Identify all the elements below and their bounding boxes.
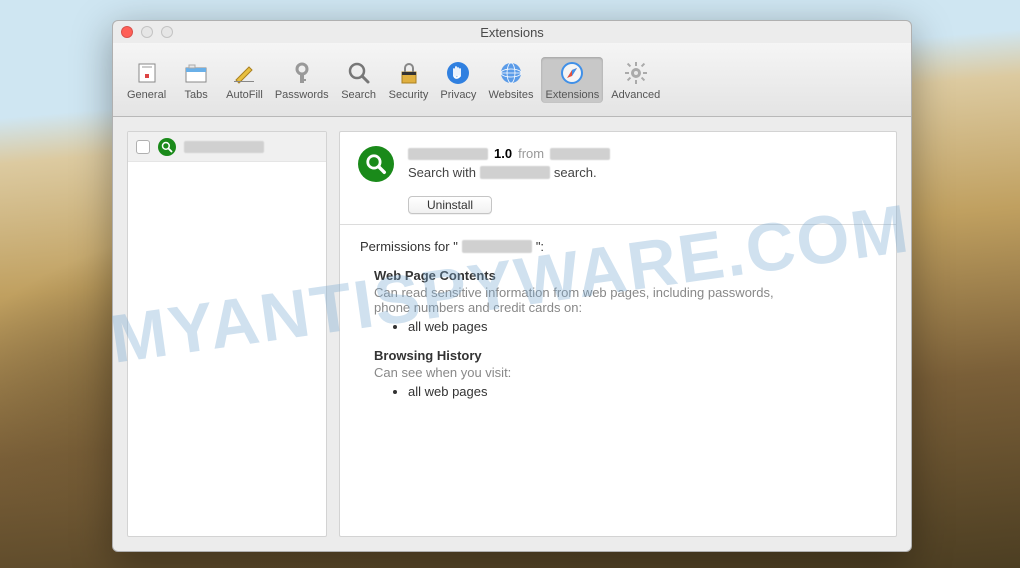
tab-tabs[interactable]: Tabs xyxy=(174,57,218,103)
permissions-section: Permissions for " ": Web Page Contents C… xyxy=(340,225,896,413)
permission-item: all web pages xyxy=(408,384,876,399)
key-icon xyxy=(288,59,316,87)
extension-name-line: 1.0 from xyxy=(408,146,878,161)
tab-passwords[interactable]: Passwords xyxy=(271,57,333,103)
tab-label: Tabs xyxy=(185,89,208,101)
tab-autofill[interactable]: AutoFill xyxy=(222,57,267,103)
permission-group: Web Page Contents Can read sensitive inf… xyxy=(374,268,876,334)
from-label: from xyxy=(518,146,544,161)
permission-description: Can see when you visit: xyxy=(374,365,774,380)
permissions-name-redacted xyxy=(462,240,532,253)
tab-label: General xyxy=(127,89,166,101)
tab-label: Extensions xyxy=(545,89,599,101)
tab-label: Passwords xyxy=(275,89,329,101)
permission-description: Can read sensitive information from web … xyxy=(374,285,774,315)
tab-label: Security xyxy=(389,89,429,101)
tab-label: Privacy xyxy=(440,89,476,101)
lock-icon xyxy=(395,59,423,87)
extension-detail-panel: 1.0 from Search with search. Uninstall xyxy=(339,131,897,537)
extension-icon xyxy=(158,138,176,156)
autofill-icon xyxy=(230,59,258,87)
tab-label: Websites xyxy=(488,89,533,101)
gear-icon xyxy=(622,59,650,87)
extensions-list xyxy=(127,131,327,537)
titlebar: Extensions xyxy=(113,21,911,43)
tab-websites[interactable]: Websites xyxy=(484,57,537,103)
detail-header: 1.0 from Search with search. Uninstall xyxy=(340,132,896,225)
description-redacted xyxy=(480,166,550,179)
tab-general[interactable]: General xyxy=(123,57,170,103)
extension-icon-large xyxy=(358,146,394,182)
uninstall-button[interactable]: Uninstall xyxy=(408,196,492,214)
permission-item: all web pages xyxy=(408,319,876,334)
compass-icon xyxy=(558,59,586,87)
tab-label: Search xyxy=(341,89,376,101)
permissions-title: Permissions for " ": xyxy=(360,239,876,254)
search-icon xyxy=(345,59,373,87)
content-area: 1.0 from Search with search. Uninstall xyxy=(113,117,911,551)
preferences-window: Extensions General Tabs AutoFill Passwor… xyxy=(112,20,912,552)
tab-privacy[interactable]: Privacy xyxy=(436,57,480,103)
hand-icon xyxy=(444,59,472,87)
tab-extensions[interactable]: Extensions xyxy=(541,57,603,103)
tab-label: Advanced xyxy=(611,89,660,101)
extension-name-redacted xyxy=(184,141,264,153)
extension-row[interactable] xyxy=(128,132,326,162)
general-icon xyxy=(133,59,161,87)
permission-heading: Browsing History xyxy=(374,348,876,363)
globe-icon xyxy=(497,59,525,87)
tab-label: AutoFill xyxy=(226,89,263,101)
preferences-toolbar: General Tabs AutoFill Passwords Search xyxy=(113,43,911,117)
extension-version: 1.0 xyxy=(494,146,512,161)
window-title: Extensions xyxy=(113,25,911,40)
permission-group: Browsing History Can see when you visit:… xyxy=(374,348,876,399)
extension-author-redacted xyxy=(550,148,610,160)
extension-name-redacted xyxy=(408,148,488,160)
tab-search[interactable]: Search xyxy=(337,57,381,103)
enable-checkbox[interactable] xyxy=(136,140,150,154)
tab-security[interactable]: Security xyxy=(385,57,433,103)
tab-advanced[interactable]: Advanced xyxy=(607,57,664,103)
tabs-icon xyxy=(182,59,210,87)
extension-description: Search with search. xyxy=(408,165,878,180)
permission-heading: Web Page Contents xyxy=(374,268,876,283)
